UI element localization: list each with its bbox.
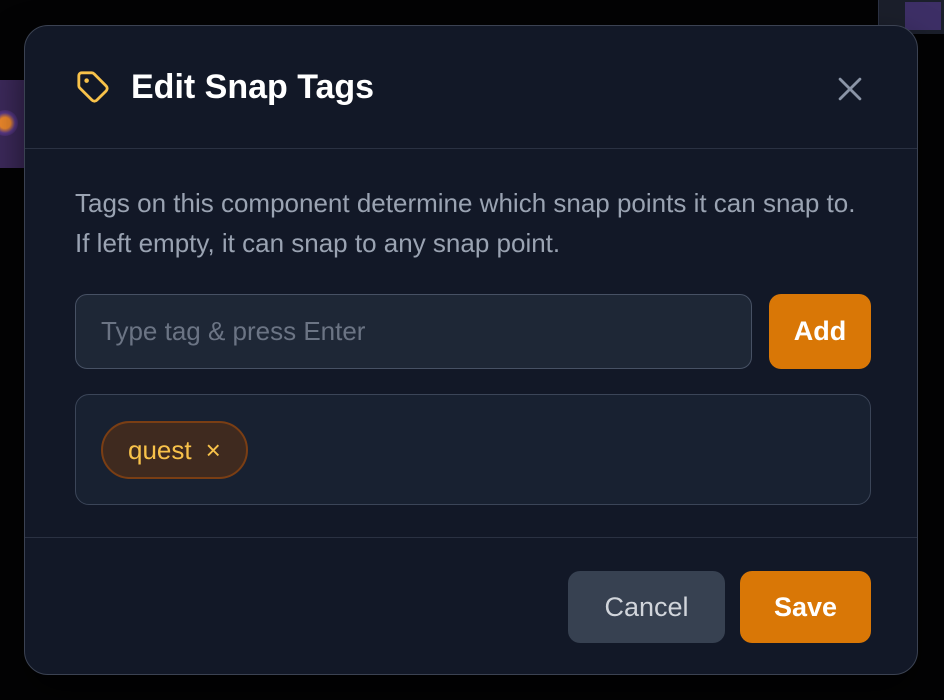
remove-tag-icon[interactable]: × — [206, 435, 221, 465]
background-thumbnail-art — [0, 110, 18, 136]
close-icon[interactable] — [833, 72, 867, 106]
tag-input[interactable] — [75, 294, 752, 369]
dialog-footer: Cancel Save — [25, 537, 917, 676]
dialog-description: Tags on this component determine which s… — [75, 188, 856, 258]
dialog-header: Edit Snap Tags — [25, 26, 917, 149]
edit-snap-tags-dialog: Edit Snap Tags Tags on this component de… — [24, 25, 918, 675]
dialog-title: Edit Snap Tags — [131, 68, 375, 106]
tag-icon — [77, 71, 109, 103]
tags-container: quest × — [75, 394, 871, 505]
cancel-button[interactable]: Cancel — [568, 571, 725, 643]
add-tag-button[interactable]: Add — [769, 294, 871, 369]
tag-label: quest — [128, 435, 192, 465]
save-button[interactable]: Save — [740, 571, 871, 643]
tag-chip: quest × — [101, 421, 248, 479]
background-thumbnail — [0, 80, 26, 168]
